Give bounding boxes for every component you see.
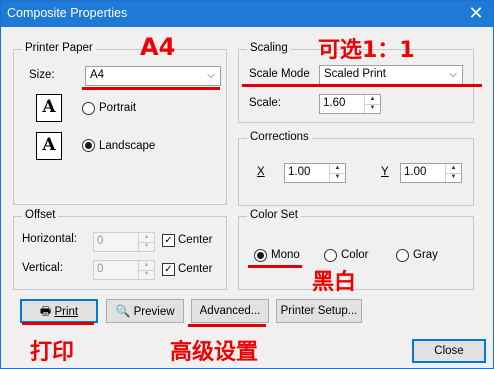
scale-mode-label: Scale Mode	[249, 68, 310, 80]
print-underline-annotation	[22, 322, 94, 325]
annotation-a4: A4	[140, 33, 176, 61]
vertical-spin-buttons: ▲ ▼	[138, 261, 154, 279]
x-label: X	[257, 166, 265, 178]
gray-label: Gray	[413, 249, 438, 261]
horizontal-label: Horizontal:	[22, 233, 77, 245]
horizontal-offset-spinbox[interactable]: 0 ▲ ▼	[93, 232, 155, 252]
paper-size-value: A4	[90, 69, 105, 81]
scaling-group-label: Scaling	[247, 42, 291, 54]
spin-down-icon[interactable]: ▼	[446, 173, 461, 182]
annotation-optional-scale: 可选1：1	[318, 38, 415, 63]
magnifier-page-icon: 🔍	[115, 304, 131, 318]
mono-radio[interactable]	[254, 249, 267, 262]
horizontal-center-label: Center	[178, 234, 213, 246]
spin-down-icon[interactable]: ▼	[139, 242, 154, 251]
annotation-mono: 黑白	[312, 270, 357, 295]
spin-down-icon[interactable]: ▼	[330, 173, 345, 182]
gray-radio[interactable]	[396, 249, 409, 262]
portrait-page-icon: A	[36, 94, 62, 122]
title-bar: Composite Properties ✕	[1, 1, 493, 27]
size-label: Size:	[29, 69, 55, 81]
radio-selected-dot	[85, 142, 92, 149]
close-window-icon[interactable]: ✕	[465, 3, 487, 25]
scale-label: Scale:	[249, 97, 281, 109]
scale-mode-underline-annotation	[242, 84, 482, 87]
radio-selected-dot	[257, 252, 264, 259]
correction-y-spinbox[interactable]: 1.00 ▲ ▼	[400, 163, 462, 183]
correction-x-value: 1.00	[288, 166, 311, 178]
spin-down-icon[interactable]: ▼	[139, 270, 154, 279]
spin-down-icon[interactable]: ▼	[365, 104, 380, 113]
annotation-advanced: 高级设置	[170, 340, 259, 365]
size-underline-annotation	[82, 87, 220, 90]
window-title: Composite Properties	[7, 6, 128, 20]
vertical-center-label: Center	[178, 263, 213, 275]
print-button[interactable]: 🖶 Print	[20, 299, 98, 323]
landscape-page-icon: A	[36, 132, 62, 160]
printer-icon: 🖶	[39, 304, 52, 318]
correction-x-spinbox[interactable]: 1.00 ▲ ▼	[284, 163, 346, 183]
corrections-group: Corrections X 1.00 ▲ ▼ Y 1.00 ▲ ▼	[238, 131, 474, 206]
vertical-offset-spinbox[interactable]: 0 ▲ ▼	[93, 260, 155, 280]
chevron-down-icon[interactable]: ⌵	[444, 66, 462, 84]
checkmark-icon: ✓	[164, 264, 173, 275]
mono-label: Mono	[271, 249, 300, 261]
checkmark-icon: ✓	[164, 235, 173, 246]
close-button[interactable]: Close	[412, 339, 486, 363]
scale-spin-buttons: ▲ ▼	[364, 95, 380, 113]
mono-underline-annotation	[248, 265, 302, 268]
landscape-label: Landscape	[99, 140, 156, 152]
offset-group-label: Offset	[22, 209, 59, 221]
color-label: Color	[341, 249, 369, 261]
vertical-offset-value: 0	[97, 263, 104, 275]
x-spin-buttons: ▲ ▼	[329, 164, 345, 182]
printer-setup-button[interactable]: Printer Setup...	[276, 299, 362, 323]
landscape-radio[interactable]	[82, 139, 95, 152]
scale-spinbox[interactable]: 1.60 ▲ ▼	[319, 94, 381, 114]
horizontal-offset-value: 0	[97, 235, 104, 247]
y-label: Y	[381, 166, 389, 178]
advanced-button[interactable]: Advanced...	[191, 299, 269, 323]
scale-mode-value: Scaled Print	[324, 68, 387, 80]
scale-value: 1.60	[323, 97, 346, 109]
color-radio[interactable]	[324, 249, 337, 262]
dialog-window: Composite Properties ✕ Printer Paper Siz…	[0, 0, 494, 369]
correction-y-value: 1.00	[404, 166, 427, 178]
annotation-print: 打印	[30, 340, 75, 365]
vertical-center-checkbox[interactable]: ✓	[162, 263, 175, 276]
scale-mode-select[interactable]: Scaled Print ⌵	[319, 65, 463, 85]
paper-size-select[interactable]: A4 ⌵	[85, 66, 221, 86]
portrait-radio[interactable]	[82, 102, 95, 115]
horizontal-center-checkbox[interactable]: ✓	[162, 234, 175, 247]
offset-group: Offset Horizontal: 0 ▲ ▼ ✓ Center Vertic…	[13, 209, 227, 290]
printer-paper-group-label: Printer Paper	[22, 42, 96, 54]
y-spin-buttons: ▲ ▼	[445, 164, 461, 182]
color-set-group-label: Color Set	[247, 209, 301, 221]
chevron-down-icon[interactable]: ⌵	[202, 67, 220, 85]
corrections-group-label: Corrections	[247, 131, 312, 143]
advanced-underline-annotation	[188, 324, 266, 327]
horizontal-spin-buttons: ▲ ▼	[138, 233, 154, 251]
preview-button[interactable]: 🔍 Preview	[106, 299, 184, 323]
portrait-label: Portrait	[99, 102, 137, 114]
printer-paper-group: Printer Paper Size: A4 ⌵ A Portrait A La…	[13, 42, 227, 205]
vertical-label: Vertical:	[22, 262, 63, 274]
dialog-client-area: Printer Paper Size: A4 ⌵ A Portrait A La…	[8, 34, 487, 363]
